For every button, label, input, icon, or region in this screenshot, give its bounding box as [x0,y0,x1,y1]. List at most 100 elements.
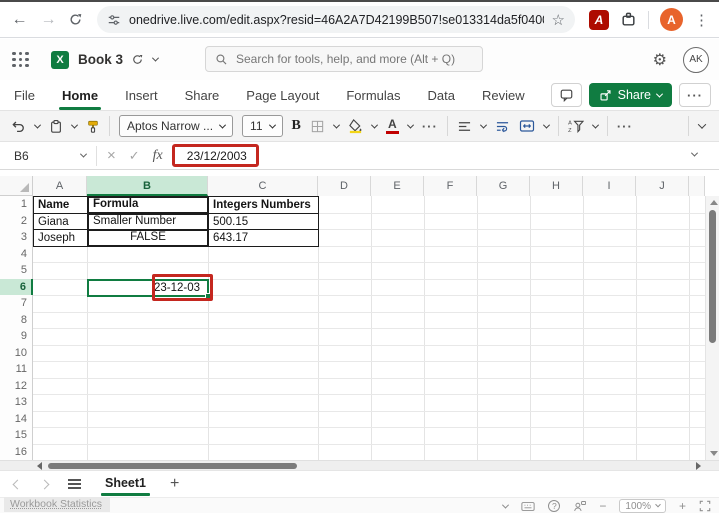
ribbon-more-button[interactable]: ··· [679,83,711,107]
browser-profile-avatar[interactable]: A [660,8,683,31]
extensions-icon[interactable] [620,11,637,28]
cell-B1[interactable]: Formula [87,196,209,214]
font-color-chevron-icon[interactable] [406,121,414,129]
horizontal-scrollbar[interactable] [0,460,719,470]
row-header-16[interactable]: 16 [0,443,33,460]
bookmark-star-icon[interactable]: ☆ [552,11,565,29]
cell-B2[interactable]: Smaller Number [87,212,209,231]
cell-C1[interactable]: Integers Numbers [208,196,319,214]
row-header-11[interactable]: 11 [0,361,33,379]
tab-page-layout[interactable]: Page Layout [246,88,319,103]
cancel-entry-icon[interactable]: × [107,147,116,164]
row-header-14[interactable]: 14 [0,410,33,428]
comments-button[interactable] [550,83,582,107]
toolbar-more-button[interactable]: ··· [617,119,633,134]
scroll-down-icon[interactable] [710,451,718,456]
undo-chevron-icon[interactable] [33,121,42,129]
column-header-h[interactable]: H [530,176,583,196]
column-header-c[interactable]: C [208,176,318,196]
row-header-13[interactable]: 13 [0,394,33,412]
font-color-icon[interactable]: A [385,118,399,134]
address-bar[interactable]: onedrive.live.com/edit.aspx?resid=46A2A7… [97,6,575,33]
insert-function-icon[interactable]: fx [153,148,163,164]
title-chevron-icon[interactable] [151,54,160,62]
pdf-extension-icon[interactable]: A [589,9,609,30]
column-header-j[interactable]: J [636,176,689,196]
scroll-up-icon[interactable] [710,200,718,205]
column-header-f[interactable]: F [424,176,477,196]
row-header-1[interactable]: 1 [0,196,33,214]
sort-filter-chevron-icon[interactable] [591,121,599,129]
cell-B3[interactable]: FALSE [87,229,209,247]
browser-menu-icon[interactable]: ⋮ [694,11,709,29]
spreadsheet-grid[interactable]: A B C D E F G H I J 1 2 3 4 5 6 7 8 9 10 11 12 13 14 15 16 Name For… [0,176,719,460]
user-avatar[interactable]: AK [683,46,709,73]
add-sheet-button[interactable]: + [170,475,179,493]
zoom-level-select[interactable]: 100% [619,499,666,513]
feedback-icon[interactable] [573,500,587,512]
vertical-scroll-thumb[interactable] [709,210,716,343]
cell-A1[interactable]: Name [33,196,88,214]
row-header-5[interactable]: 5 [0,262,33,280]
all-sheets-menu-icon[interactable] [68,478,81,490]
bold-button[interactable]: B [292,118,301,134]
cell-C2[interactable]: 500.15 [208,212,319,231]
paste-icon[interactable] [49,119,63,134]
row-header-12[interactable]: 12 [0,377,33,395]
forward-icon[interactable]: → [39,11,58,29]
keyboard-icon[interactable] [521,501,535,512]
font-size-select[interactable]: 11 [242,115,283,137]
merge-chevron-icon[interactable] [542,121,550,129]
tab-file[interactable]: File [14,88,35,103]
borders-icon[interactable] [310,119,325,134]
align-icon[interactable] [457,120,472,133]
row-header-10[interactable]: 10 [0,344,33,362]
workbook-statistics-button[interactable]: Workbook Statistics [4,497,111,512]
column-header-e[interactable]: E [371,176,424,196]
share-button[interactable]: Share [588,83,672,107]
font-name-select[interactable]: Aptos Narrow ... [119,115,234,137]
ribbon-collapse-chevron-icon[interactable] [697,120,707,129]
help-icon[interactable]: ? [548,500,561,512]
cell-C3[interactable]: 643.17 [208,229,319,247]
horizontal-scroll-thumb[interactable] [48,463,297,469]
row-header-7[interactable]: 7 [0,295,33,313]
tab-insert[interactable]: Insert [125,88,158,103]
select-all-button[interactable] [0,176,33,196]
scroll-right-icon[interactable] [696,462,701,470]
previous-sheet-icon[interactable] [12,479,23,489]
row-header-3[interactable]: 3 [0,229,33,247]
column-header-partial[interactable] [689,176,705,196]
confirm-entry-icon[interactable]: ✓ [129,148,140,164]
name-box[interactable]: B6 [0,149,96,163]
tab-home[interactable]: Home [58,88,102,110]
row-header-9[interactable]: 9 [0,328,33,346]
column-header-a[interactable]: A [33,176,87,196]
status-chevron-icon[interactable] [502,501,510,509]
column-header-i[interactable]: I [583,176,636,196]
app-launcher-icon[interactable] [12,51,29,68]
row-header-2[interactable]: 2 [0,212,33,230]
column-header-g[interactable]: G [477,176,530,196]
tab-share[interactable]: Share [185,88,220,103]
font-more-button[interactable]: ··· [422,119,438,134]
formula-bar-expand-chevron-icon[interactable] [690,149,699,157]
fill-color-icon[interactable] [348,118,363,134]
cell-A2[interactable]: Giana [33,212,88,231]
zoom-out-button[interactable]: − [599,499,606,513]
column-header-d[interactable]: D [318,176,371,196]
vertical-scrollbar[interactable] [705,196,719,460]
tab-data[interactable]: Data [428,88,455,103]
settings-gear-icon[interactable]: ⚙ [653,50,667,70]
sheet-tab-sheet1[interactable]: Sheet1 [101,471,150,497]
paste-chevron-icon[interactable] [70,121,79,129]
align-chevron-icon[interactable] [479,121,487,129]
sort-filter-icon[interactable]: AZ [568,119,584,133]
reload-icon[interactable] [68,12,87,27]
format-painter-icon[interactable] [86,119,100,134]
borders-chevron-icon[interactable] [332,121,340,129]
tab-review[interactable]: Review [482,88,525,103]
merge-cells-icon[interactable] [519,119,535,133]
row-header-6[interactable]: 6 [0,278,33,296]
site-settings-icon[interactable] [107,13,121,27]
